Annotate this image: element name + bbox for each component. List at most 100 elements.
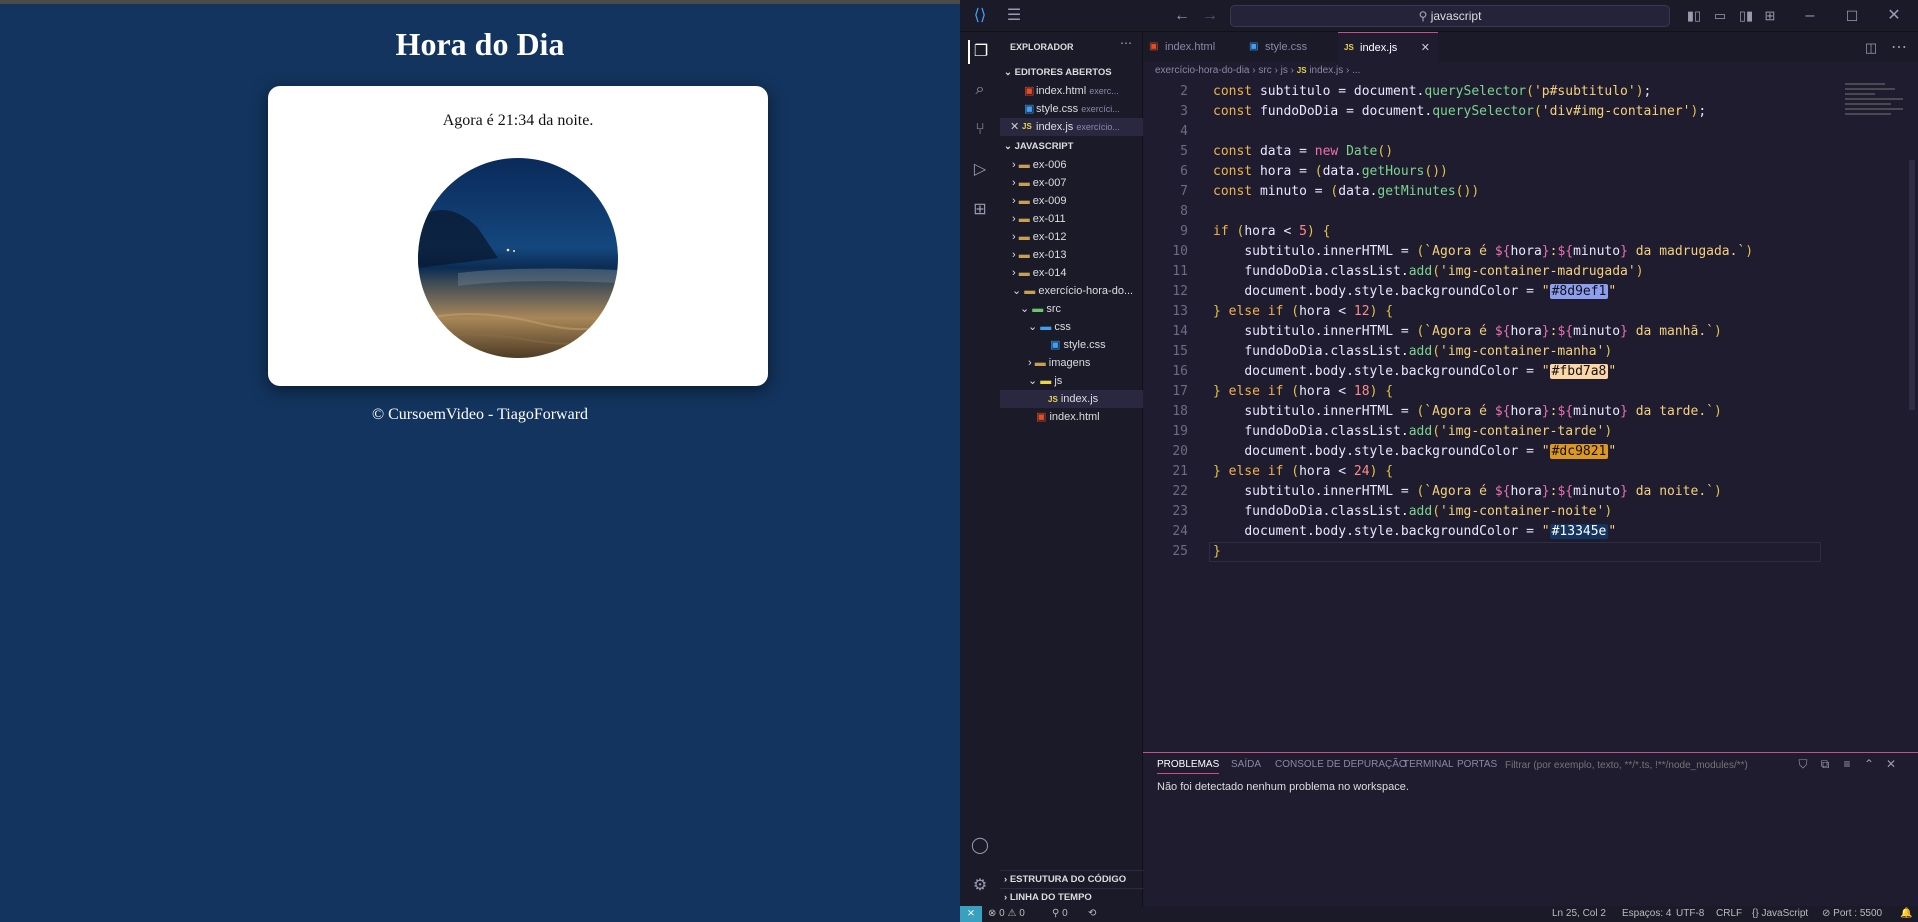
outline-section[interactable]: › ESTRUTURA DO CÓDIGO: [1000, 870, 1143, 888]
folder-item-imagens[interactable]: › ▬ imagens: [1000, 354, 1143, 372]
code-line[interactable]: 17} else if (hora < 18) {: [1143, 382, 1843, 402]
vertical-scrollbar[interactable]: [1909, 160, 1915, 410]
code-line[interactable]: 22 subtitulo.innerHTML = (`Agora é ${hor…: [1143, 482, 1843, 502]
eol-status[interactable]: CRLF: [1716, 908, 1742, 919]
tab-problemas[interactable]: PROBLEMAS: [1157, 759, 1220, 774]
tab-index-html[interactable]: ▣ index.html: [1143, 32, 1243, 62]
back-arrow-icon[interactable]: ←: [1170, 4, 1194, 28]
code-line[interactable]: 9 if (hora < 5) {: [1143, 222, 1843, 242]
toggle-secondary-sidebar-icon[interactable]: ▯▮: [1734, 4, 1758, 28]
customize-layout-icon[interactable]: ⊞: [1758, 4, 1782, 28]
live-server-status[interactable]: ⊘ Port : 5500: [1822, 908, 1882, 919]
maximize-panel-icon[interactable]: ⌃: [1857, 752, 1881, 776]
code-line[interactable]: 15 fundoDoDia.classList.add('img-contain…: [1143, 342, 1843, 362]
code-line[interactable]: 24 document.body.style.backgroundColor =…: [1143, 522, 1843, 542]
folder-item-js[interactable]: ⌄ ▬ js: [1000, 372, 1143, 390]
folder-item[interactable]: › ▬ ex-012: [1000, 228, 1143, 246]
code-line[interactable]: 5 const data = new Date(): [1143, 142, 1843, 162]
code-line[interactable]: 13} else if (hora < 12) {: [1143, 302, 1843, 322]
ports-status[interactable]: ⚲ 0: [1052, 908, 1068, 919]
errors-warnings-status[interactable]: ⊗ 0 ⚠ 0: [988, 908, 1025, 919]
view-as-list-icon[interactable]: ≡: [1835, 752, 1859, 776]
minimap[interactable]: [1843, 80, 1913, 128]
command-search-box[interactable]: ⚲ javascript: [1230, 5, 1670, 27]
open-editor-item-active[interactable]: ✕ JS index.js exercício...: [1000, 118, 1143, 136]
code-line[interactable]: 8: [1143, 202, 1843, 222]
code-area[interactable]: 2 const subtitulo = document.querySelecto…: [1143, 82, 1843, 602]
code-line[interactable]: 21} else if (hora < 24) {: [1143, 462, 1843, 482]
toggle-sidebar-icon[interactable]: ▮▯: [1682, 4, 1706, 28]
language-status[interactable]: {} JavaScript: [1752, 908, 1808, 919]
source-control-icon[interactable]: ⑂: [968, 118, 992, 142]
indentation-status[interactable]: Espaços: 4: [1622, 908, 1671, 919]
folder-item[interactable]: › ▬ ex-007: [1000, 174, 1143, 192]
code-line[interactable]: 14 subtitulo.innerHTML = (`Agora é ${hor…: [1143, 322, 1843, 342]
open-editor-item[interactable]: ▣ style.css exercíci...: [1000, 100, 1143, 118]
folder-item-open[interactable]: ⌄ ▬ exercício-hora-do...: [1000, 282, 1143, 300]
minimize-icon[interactable]: –: [1798, 4, 1822, 28]
breadcrumb-item[interactable]: src: [1258, 65, 1271, 76]
remote-indicator[interactable]: ⨯: [960, 906, 982, 922]
breadcrumb-item[interactable]: index.js: [1309, 65, 1343, 76]
code-line[interactable]: 7 const minuto = (data.getMinutes()): [1143, 182, 1843, 202]
code-line[interactable]: 2 const subtitulo = document.querySelecto…: [1143, 82, 1843, 102]
close-editor-icon[interactable]: ✕: [1010, 118, 1019, 136]
collapse-all-icon[interactable]: ⧉: [1813, 752, 1837, 776]
folder-item[interactable]: › ▬ ex-011: [1000, 210, 1143, 228]
folder-item[interactable]: › ▬ ex-013: [1000, 246, 1143, 264]
folder-item-src[interactable]: ⌄ ▬ src: [1000, 300, 1143, 318]
breadcrumb-item[interactable]: js: [1281, 65, 1288, 76]
code-line[interactable]: 4: [1143, 122, 1843, 142]
settings-gear-icon[interactable]: ⚙: [968, 874, 992, 898]
forward-arrow-icon[interactable]: →: [1198, 4, 1222, 28]
open-editors-section[interactable]: ⌄ EDITORES ABERTOS: [1000, 64, 1143, 82]
folder-item[interactable]: › ▬ ex-014: [1000, 264, 1143, 282]
run-debug-icon[interactable]: ▷: [968, 158, 992, 182]
maximize-icon[interactable]: ☐: [1840, 4, 1864, 28]
notifications-icon[interactable]: 🔔: [1900, 908, 1912, 919]
project-section[interactable]: ⌄ JAVASCRIPT: [1000, 138, 1143, 156]
tab-style-css[interactable]: ▣ style.css: [1243, 32, 1338, 62]
code-line[interactable]: 23 fundoDoDia.classList.add('img-contain…: [1143, 502, 1843, 522]
code-line[interactable]: 12 document.body.style.backgroundColor =…: [1143, 282, 1843, 302]
close-tab-icon[interactable]: ✕: [1421, 33, 1430, 63]
file-item[interactable]: ▣ style.css: [1000, 336, 1143, 354]
file-item[interactable]: ▣ index.html: [1000, 408, 1143, 426]
tab-terminal[interactable]: TERMINAL: [1403, 759, 1454, 770]
split-editor-icon[interactable]: ◫: [1859, 36, 1883, 60]
code-line[interactable]: 20 document.body.style.backgroundColor =…: [1143, 442, 1843, 462]
search-view-icon[interactable]: ⌕: [968, 78, 992, 102]
code-line[interactable]: 10 subtitulo.innerHTML = (`Agora é ${hor…: [1143, 242, 1843, 262]
encoding-status[interactable]: UTF-8: [1676, 908, 1704, 919]
problems-filter-input[interactable]: [1505, 757, 1765, 773]
explorer-icon[interactable]: ❐: [968, 40, 992, 64]
tab-saida[interactable]: SAÍDA: [1231, 759, 1261, 770]
tab-console-depuracao[interactable]: CONSOLE DE DEPURAÇÃO: [1275, 759, 1407, 770]
code-line[interactable]: 6 const hora = (data.getHours()): [1143, 162, 1843, 182]
folder-item-css[interactable]: ⌄ ▬ css: [1000, 318, 1143, 336]
cursor-position[interactable]: Ln 25, Col 2: [1552, 908, 1606, 919]
code-line[interactable]: 18 subtitulo.innerHTML = (`Agora é ${hor…: [1143, 402, 1843, 422]
more-actions-icon[interactable]: ⋯: [1120, 36, 1132, 50]
folder-item[interactable]: › ▬ ex-009: [1000, 192, 1143, 210]
toggle-panel-icon[interactable]: ▭: [1708, 4, 1732, 28]
tab-portas[interactable]: PORTAS: [1457, 759, 1497, 770]
account-icon[interactable]: ◯: [968, 834, 992, 858]
menu-icon[interactable]: ☰: [1002, 4, 1026, 28]
code-line[interactable]: 19 fundoDoDia.classList.add('img-contain…: [1143, 422, 1843, 442]
folder-item[interactable]: › ▬ ex-006: [1000, 156, 1143, 174]
editor-more-icon[interactable]: ⋯: [1887, 36, 1911, 60]
breadcrumb-item[interactable]: exercício-hora-do-dia: [1155, 65, 1250, 76]
code-line[interactable]: 11 fundoDoDia.classList.add('img-contain…: [1143, 262, 1843, 282]
extensions-icon[interactable]: ⊞: [968, 198, 992, 222]
timeline-section[interactable]: › LINHA DO TEMPO: [1000, 888, 1143, 906]
code-line[interactable]: 16 document.body.style.backgroundColor =…: [1143, 362, 1843, 382]
open-editor-item[interactable]: ▣ index.html exerc...: [1000, 82, 1143, 100]
code-line[interactable]: 3 const fundoDoDia = document.querySelect…: [1143, 102, 1843, 122]
filter-icon[interactable]: ⛉: [1791, 752, 1815, 776]
tab-index-js[interactable]: JS index.js ✕: [1338, 32, 1438, 62]
file-item-active[interactable]: JS index.js: [1000, 390, 1143, 408]
live-share-icon[interactable]: ⟲: [1088, 908, 1096, 919]
breadcrumb-item[interactable]: ...: [1352, 65, 1360, 76]
close-panel-icon[interactable]: ✕: [1879, 752, 1903, 776]
